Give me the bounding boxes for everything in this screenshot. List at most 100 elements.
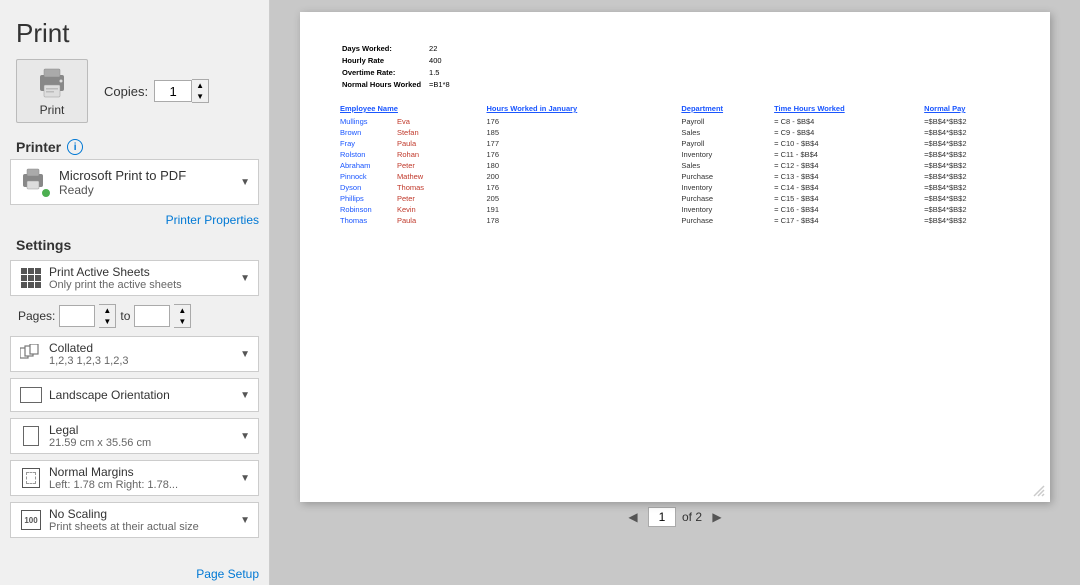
- cell-normalpay: =$B$4*$B$2: [904, 193, 1010, 204]
- table-row: PinnockMathew200Purchase= C13 - $B$4=$B$…: [340, 171, 1010, 182]
- meta-label-4: Normal Hours Worked: [342, 80, 427, 90]
- cell-dept: Sales: [661, 127, 766, 138]
- cell-normalpay: =$B$4*$B$2: [904, 116, 1010, 127]
- cell-dept: Sales: [661, 160, 766, 171]
- pages-to-input[interactable]: [134, 305, 170, 327]
- meta-value-4: =B1*8: [429, 80, 456, 90]
- copies-down[interactable]: ▼: [192, 91, 208, 102]
- pages-to-spinner[interactable]: ▲ ▼: [174, 304, 191, 328]
- cell-normalpay: =$B$4*$B$2: [904, 171, 1010, 182]
- meta-label-1: Days Worked:: [342, 44, 427, 54]
- cell-normalpay: =$B$4*$B$2: [904, 149, 1010, 160]
- col-header-employee: Employee Name: [340, 104, 447, 116]
- printer-info: Microsoft Print to PDF Ready: [59, 168, 232, 197]
- left-panel: Print Print Copies:: [0, 0, 270, 585]
- cell-normalpay: =$B$4*$B$2: [904, 138, 1010, 149]
- printer-info-icon[interactable]: i: [67, 139, 83, 155]
- meta-value-2: 400: [429, 56, 456, 66]
- print-active-sheets-setting[interactable]: Print Active Sheets Only print the activ…: [10, 260, 259, 296]
- nav-prev-button[interactable]: ◀: [624, 508, 642, 526]
- cell-overtime: = C16 - $B$4: [766, 204, 898, 215]
- page-navigation: ◀ of 2 ▶: [624, 502, 726, 527]
- pages-label: Pages:: [18, 309, 55, 323]
- cell-normalpay: =$B$4*$B$2: [904, 127, 1010, 138]
- collated-arrow: ▼: [240, 349, 250, 360]
- paper-size-setting[interactable]: Legal 21.59 cm x 35.56 cm ▼: [10, 418, 259, 454]
- printer-status-icon: [19, 166, 51, 198]
- cell-overtime: = C14 - $B$4: [766, 182, 898, 193]
- margins-setting[interactable]: Normal Margins Left: 1.78 cm Right: 1.78…: [10, 460, 259, 496]
- table-row: PhillipsPeter205Purchase= C15 - $B$4=$B$…: [340, 193, 1010, 204]
- cell-lastname: Phillips: [340, 193, 397, 204]
- pages-from-input[interactable]: [59, 305, 95, 327]
- cell-dept: Payroll: [661, 138, 766, 149]
- printer-section-label: Printer: [16, 139, 61, 155]
- preview-content: Days Worked: 22 Hourly Rate 400 Overtime…: [300, 12, 1050, 256]
- cell-hours: 178: [447, 215, 662, 226]
- cell-overtime: = C17 - $B$4: [766, 215, 898, 226]
- settings-header: Settings: [0, 233, 269, 257]
- printer-name: Microsoft Print to PDF: [59, 168, 232, 183]
- cell-lastname: Thomas: [340, 215, 397, 226]
- cell-hours: 180: [447, 160, 662, 171]
- print-button[interactable]: Print: [16, 59, 88, 123]
- copies-up[interactable]: ▲: [192, 80, 208, 91]
- orientation-text: Landscape Orientation: [49, 388, 234, 402]
- cell-lastname: Robinson: [340, 204, 397, 215]
- cell-overtime: = C13 - $B$4: [766, 171, 898, 182]
- cell-normalpay: =$B$4*$B$2: [904, 160, 1010, 171]
- cell-lastname: Mullings: [340, 116, 397, 127]
- scaling-setting[interactable]: 100 No Scaling Print sheets at their act…: [10, 502, 259, 538]
- cell-dept: Payroll: [661, 116, 766, 127]
- cell-lastname: Dyson: [340, 182, 397, 193]
- scaling-icon: 100: [19, 508, 43, 532]
- cell-lastname: Fray: [340, 138, 397, 149]
- margins-main: Normal Margins: [49, 465, 234, 479]
- table-row: ThomasPaula178Purchase= C17 - $B$4=$B$4*…: [340, 215, 1010, 226]
- nav-page-input[interactable]: [648, 507, 676, 527]
- cell-overtime: = C9 - $B$4: [766, 127, 898, 138]
- right-panel: Days Worked: 22 Hourly Rate 400 Overtime…: [270, 0, 1080, 585]
- cell-dept: Inventory: [661, 182, 766, 193]
- col-header-hours: Hours Worked in January: [447, 104, 662, 116]
- paper-size-icon: [19, 424, 43, 448]
- cell-firstname: Paula: [397, 138, 447, 149]
- margins-sub: Left: 1.78 cm Right: 1.78...: [49, 479, 234, 491]
- cell-firstname: Stefan: [397, 127, 447, 138]
- orientation-main: Landscape Orientation: [49, 388, 234, 402]
- collated-setting[interactable]: Collated 1,2,3 1,2,3 1,2,3 ▼: [10, 336, 259, 372]
- copies-input[interactable]: [154, 80, 192, 102]
- meta-value-3: 1.5: [429, 68, 456, 78]
- cell-dept: Purchase: [661, 171, 766, 182]
- orientation-arrow: ▼: [240, 390, 250, 401]
- col-header-pay: Normal Pay: [904, 104, 1010, 116]
- margins-arrow: ▼: [240, 473, 250, 484]
- cell-firstname: Peter: [397, 160, 447, 171]
- orientation-setting[interactable]: Landscape Orientation ▼: [10, 378, 259, 412]
- nav-next-button[interactable]: ▶: [708, 508, 726, 526]
- paper-size-arrow: ▼: [240, 431, 250, 442]
- printer-status: Ready: [59, 183, 232, 197]
- margins-icon: [19, 466, 43, 490]
- cell-overtime: = C8 - $B$4: [766, 116, 898, 127]
- page-setup-link[interactable]: Page Setup: [0, 563, 269, 585]
- table-row: DysonThomas176Inventory= C14 - $B$4=$B$4…: [340, 182, 1010, 193]
- printer-properties-link[interactable]: Printer Properties: [0, 213, 269, 233]
- cell-firstname: Kevin: [397, 204, 447, 215]
- cell-normalpay: =$B$4*$B$2: [904, 204, 1010, 215]
- paper-rect-icon: [23, 426, 39, 446]
- pages-from-up[interactable]: ▲: [99, 305, 115, 316]
- copies-spinner[interactable]: ▲ ▼: [192, 79, 209, 103]
- pages-from-spinner[interactable]: ▲ ▼: [99, 304, 116, 328]
- pages-from-down[interactable]: ▼: [99, 316, 115, 327]
- table-row: BrownStefan185Sales= C9 - $B$4=$B$4*$B$2: [340, 127, 1010, 138]
- print-active-sheets-main: Print Active Sheets: [49, 265, 234, 279]
- pages-to-up[interactable]: ▲: [174, 305, 190, 316]
- pages-to-down[interactable]: ▼: [174, 316, 190, 327]
- printer-dropdown-arrow: ▼: [240, 177, 250, 188]
- cell-hours: 205: [447, 193, 662, 204]
- pages-row: Pages: ▲ ▼ to ▲ ▼: [10, 302, 259, 330]
- printer-selector[interactable]: Microsoft Print to PDF Ready ▼: [10, 159, 259, 205]
- meta-label-2: Hourly Rate: [342, 56, 427, 66]
- cell-firstname: Mathew: [397, 171, 447, 182]
